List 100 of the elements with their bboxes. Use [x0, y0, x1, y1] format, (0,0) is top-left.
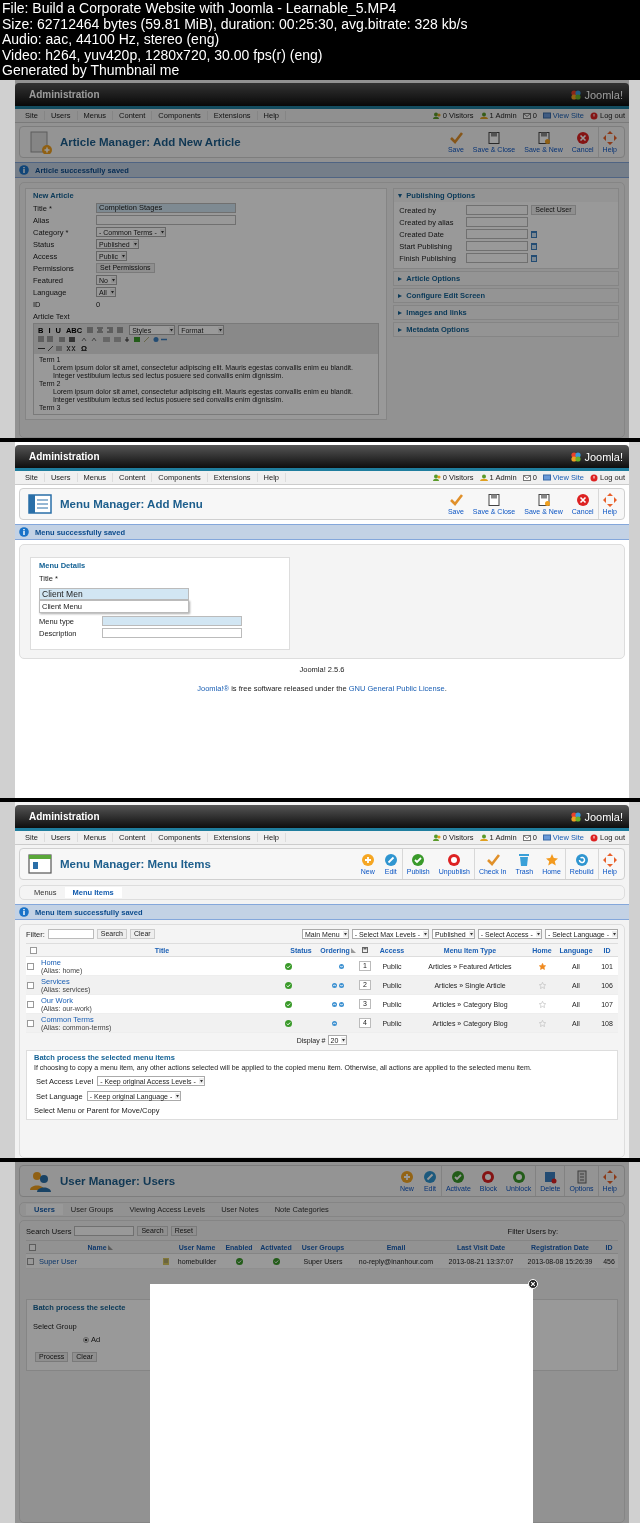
window-icon: [28, 852, 52, 876]
envelope-icon: [522, 473, 531, 482]
info-icon: [19, 165, 29, 175]
caret-icon: [175, 1093, 181, 1099]
logo-icon: [570, 450, 583, 463]
page-title: User Manager: Users: [60, 1175, 176, 1187]
radio-button[interactable]: [83, 1336, 89, 1343]
up-arrow-icon[interactable]: [332, 1001, 337, 1007]
search-field[interactable]: [74, 1226, 135, 1236]
checkbox[interactable]: [27, 962, 34, 970]
document-icon: [574, 1170, 589, 1184]
info-line: Size: 62712464 bytes (59.81 MiB), duration: 00:25:30, avg.bitrate: 328 kb/s: [2, 16, 469, 33]
text-field[interactable]: [96, 215, 236, 225]
caret-icon: [423, 931, 428, 937]
caret-icon: [535, 931, 541, 937]
arrows-icon: [602, 131, 617, 145]
checkbox[interactable]: [27, 981, 34, 989]
caret-icon: [342, 931, 348, 937]
admin-title: Administration: [29, 451, 100, 462]
caret-right-icon: [398, 276, 403, 281]
calendar-icon[interactable]: [531, 242, 538, 250]
down-arrow-icon[interactable]: [339, 1001, 344, 1007]
info-line: Video: h264, yuv420p, 1280x720, 30.00 fps(r) (eng): [2, 47, 324, 64]
note-icon[interactable]: [163, 1257, 169, 1265]
power-icon: [589, 833, 598, 842]
star-icon[interactable]: [538, 1019, 546, 1027]
checkbox[interactable]: [28, 1243, 36, 1251]
plus-circle-icon: [360, 853, 375, 867]
checkbox[interactable]: [29, 946, 37, 954]
arrows-icon: [602, 1170, 617, 1184]
check-circle-icon[interactable]: [285, 962, 292, 970]
check-circle-icon[interactable]: [285, 981, 292, 989]
check-circle-icon[interactable]: [285, 1000, 292, 1008]
caret-icon: [218, 327, 224, 333]
check-circle-icon: [451, 1170, 466, 1184]
up-arrow-icon[interactable]: [332, 982, 337, 988]
text-field[interactable]: [466, 205, 529, 215]
caret-icon: [468, 931, 474, 937]
down-arrow-icon[interactable]: [339, 982, 344, 988]
checkbox[interactable]: [27, 1000, 34, 1008]
monitor-icon: [542, 833, 551, 842]
info-line: File: Build a Corporate Website with Joomla - Learnable_5.MP4: [2, 1, 398, 17]
check-icon: [485, 853, 500, 867]
info-icon: [19, 907, 29, 917]
check-circle-icon[interactable]: [285, 1019, 292, 1027]
caret-icon: [121, 253, 127, 259]
ring-icon: [481, 1170, 496, 1184]
star-icon[interactable]: [538, 962, 546, 970]
person-icon: [479, 111, 488, 120]
check-icon: [448, 131, 463, 145]
logo-text: Joomla!: [584, 810, 623, 823]
arrows-icon: [602, 853, 617, 867]
trash-icon: [517, 853, 532, 867]
logo-icon: [570, 88, 583, 101]
pencil-icon: [422, 1170, 437, 1184]
close-icon[interactable]: [528, 1279, 538, 1289]
envelope-icon: [522, 833, 531, 842]
caret-icon: [612, 931, 617, 937]
document-icon: [28, 130, 52, 154]
caret-icon: [132, 241, 138, 247]
people-icon: [432, 473, 441, 482]
logo-text: Joomla!: [584, 88, 623, 101]
caret-right-icon: [398, 293, 403, 298]
people-icon: [432, 111, 441, 120]
pencil-icon: [383, 853, 398, 867]
caret-right-icon: [398, 327, 403, 332]
save-order-icon[interactable]: [362, 947, 368, 953]
checkbox[interactable]: [27, 1257, 34, 1265]
power-icon: [589, 473, 598, 482]
info-line: Generated by Thumbnail me: [2, 63, 181, 79]
person-icon: [479, 833, 488, 842]
filter-field[interactable]: [47, 929, 94, 939]
check-circle-icon[interactable]: [235, 1257, 243, 1265]
text-field[interactable]: [466, 241, 529, 251]
monitor-icon: [542, 473, 551, 482]
text-field[interactable]: [466, 217, 529, 227]
check-circle-icon: [411, 853, 426, 867]
admin-title: Administration: [29, 89, 100, 100]
caret-down-icon: [398, 193, 403, 198]
text-field[interactable]: [102, 616, 242, 626]
check-circle-icon[interactable]: [272, 1257, 280, 1265]
calendar-icon[interactable]: [531, 254, 538, 262]
text-field[interactable]: [102, 628, 242, 638]
text-field[interactable]: Client Men: [39, 588, 189, 600]
up-arrow-icon[interactable]: [332, 1020, 337, 1026]
text-field[interactable]: [466, 229, 529, 239]
star-icon[interactable]: [538, 1000, 546, 1008]
x-circle-icon: [575, 131, 590, 145]
check-icon: [448, 493, 463, 507]
down-arrow-icon[interactable]: [339, 963, 344, 969]
checkbox[interactable]: [27, 1019, 34, 1027]
page-title: Menu Manager: Add Menu: [60, 498, 203, 510]
x-circle-icon: [575, 493, 590, 507]
calendar-icon[interactable]: [531, 230, 538, 238]
star-icon[interactable]: [538, 981, 546, 989]
info-line: Audio: aac, 44100 Hz, stereo (eng): [2, 32, 221, 48]
list-window-icon: [28, 492, 52, 516]
text-field[interactable]: [466, 253, 529, 263]
refresh-icon: [574, 853, 589, 867]
page-title: Menu Manager: Menu Items: [60, 858, 211, 870]
